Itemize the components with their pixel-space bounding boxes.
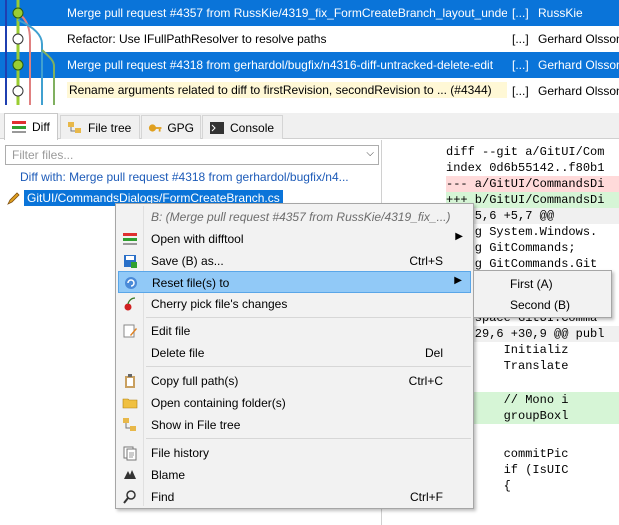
menu-separator <box>146 438 471 439</box>
diff-line: diff --git a/GitUI/Com <box>446 145 605 159</box>
filter-files-input[interactable] <box>6 146 346 164</box>
filter-files-combobox[interactable]: ⌵ <box>5 145 379 165</box>
cherry-icon <box>124 297 136 311</box>
menu-open-with-difftool[interactable]: Open with difftool ▶ <box>118 228 471 250</box>
file-tree-icon <box>123 418 136 431</box>
menu-copy-full-path[interactable]: Copy full path(s) Ctrl+C <box>118 370 471 392</box>
menu-header-revision: B: (Merge pull request #4357 from RussKi… <box>151 210 451 224</box>
commit-author: RussKie <box>538 6 583 20</box>
menu-show-in-file-tree[interactable]: Show in File tree <box>118 414 471 436</box>
submenu-arrow-icon: ▶ <box>454 275 462 286</box>
commit-message: Refactor: Use IFullPathResolver to resol… <box>67 32 327 46</box>
commit-row[interactable]: Merge pull request #4318 from gerhardol/… <box>62 52 619 78</box>
file-tree-icon <box>68 121 81 133</box>
submenu-reset-to-first[interactable]: First (A) <box>510 277 553 291</box>
commit-message: Merge pull request #4357 from RussKie/43… <box>67 6 507 20</box>
chevron-down-icon[interactable]: ⌵ <box>366 148 374 159</box>
revision-graph <box>0 0 62 105</box>
menu-separator <box>146 366 471 367</box>
commit-row[interactable]: Refactor: Use IFullPathResolver to resol… <box>62 26 619 52</box>
tab-label: Diff <box>32 120 50 134</box>
reset-files-submenu: First (A) Second (B) <box>473 270 612 318</box>
commit-ellipsis: [...] <box>512 32 529 46</box>
commit-author: Gerhard Olsson <box>538 32 619 46</box>
tab-diff[interactable]: Diff <box>4 113 58 140</box>
save-icon <box>124 255 137 268</box>
tab-label: File tree <box>88 120 132 135</box>
menu-edit-file[interactable]: Edit file <box>118 320 471 342</box>
key-icon <box>148 123 162 132</box>
commit-message: Rename arguments related to diff to firs… <box>67 82 507 98</box>
reset-icon <box>125 277 137 289</box>
commit-list[interactable]: Merge pull request #4357 from RussKie/43… <box>0 0 619 105</box>
diff-line: index 0d6b55142..f80b1 <box>446 161 605 175</box>
folder-icon <box>122 398 138 409</box>
tab-gpg[interactable]: GPG <box>141 115 201 139</box>
edit-icon <box>123 324 137 338</box>
diff-icon <box>12 121 26 133</box>
menu-delete-file[interactable]: Delete file Del <box>118 342 471 364</box>
menu-open-containing-folder[interactable]: Open containing folder(s) <box>118 392 471 414</box>
menu-blame[interactable]: Blame <box>118 464 471 486</box>
submenu-arrow-icon: ▶ <box>455 231 463 242</box>
tab-label: GPG <box>167 120 194 135</box>
commit-row[interactable]: Rename arguments related to diff to firs… <box>62 78 619 104</box>
menu-save-as[interactable]: Save (B) as... Ctrl+S <box>118 250 471 272</box>
tab-bar: Diff File tree GPG Console <box>0 113 619 140</box>
menu-reset-files[interactable]: Reset file(s) to ▶ <box>118 271 471 293</box>
pencil-icon <box>7 192 20 205</box>
commit-author: Gerhard Olsson <box>538 84 619 98</box>
console-icon <box>210 121 224 134</box>
diff-line: --- a/GitUI/CommandsDi <box>446 176 619 192</box>
clipboard-icon <box>125 374 135 388</box>
commit-row[interactable]: Merge pull request #4357 from RussKie/43… <box>62 0 619 26</box>
commit-ellipsis: [...] <box>512 6 529 20</box>
menu-separator <box>146 317 471 318</box>
diff-with-group-header[interactable]: Diff with: Merge pull request #4318 from… <box>20 170 378 184</box>
tab-label: Console <box>230 120 275 135</box>
tab-console[interactable]: Console <box>202 115 283 139</box>
submenu-reset-to-second[interactable]: Second (B) <box>510 298 570 312</box>
commit-message: Merge pull request #4318 from gerhardol/… <box>67 58 494 72</box>
tab-file-tree[interactable]: File tree <box>60 115 140 139</box>
commit-ellipsis: [...] <box>512 84 529 98</box>
blame-icon <box>124 470 136 479</box>
history-icon <box>123 446 137 461</box>
search-icon <box>123 490 136 504</box>
commit-author: Gerhard Olsson <box>538 58 619 72</box>
commit-ellipsis: [...] <box>512 58 529 72</box>
menu-find[interactable]: Find Ctrl+F <box>118 486 471 508</box>
menu-cherry-pick-changes[interactable]: Cherry pick file's changes <box>118 293 471 315</box>
file-context-menu: B: (Merge pull request #4357 from RussKi… <box>115 203 474 509</box>
menu-file-history[interactable]: File history <box>118 442 471 464</box>
diff-icon <box>123 233 137 245</box>
